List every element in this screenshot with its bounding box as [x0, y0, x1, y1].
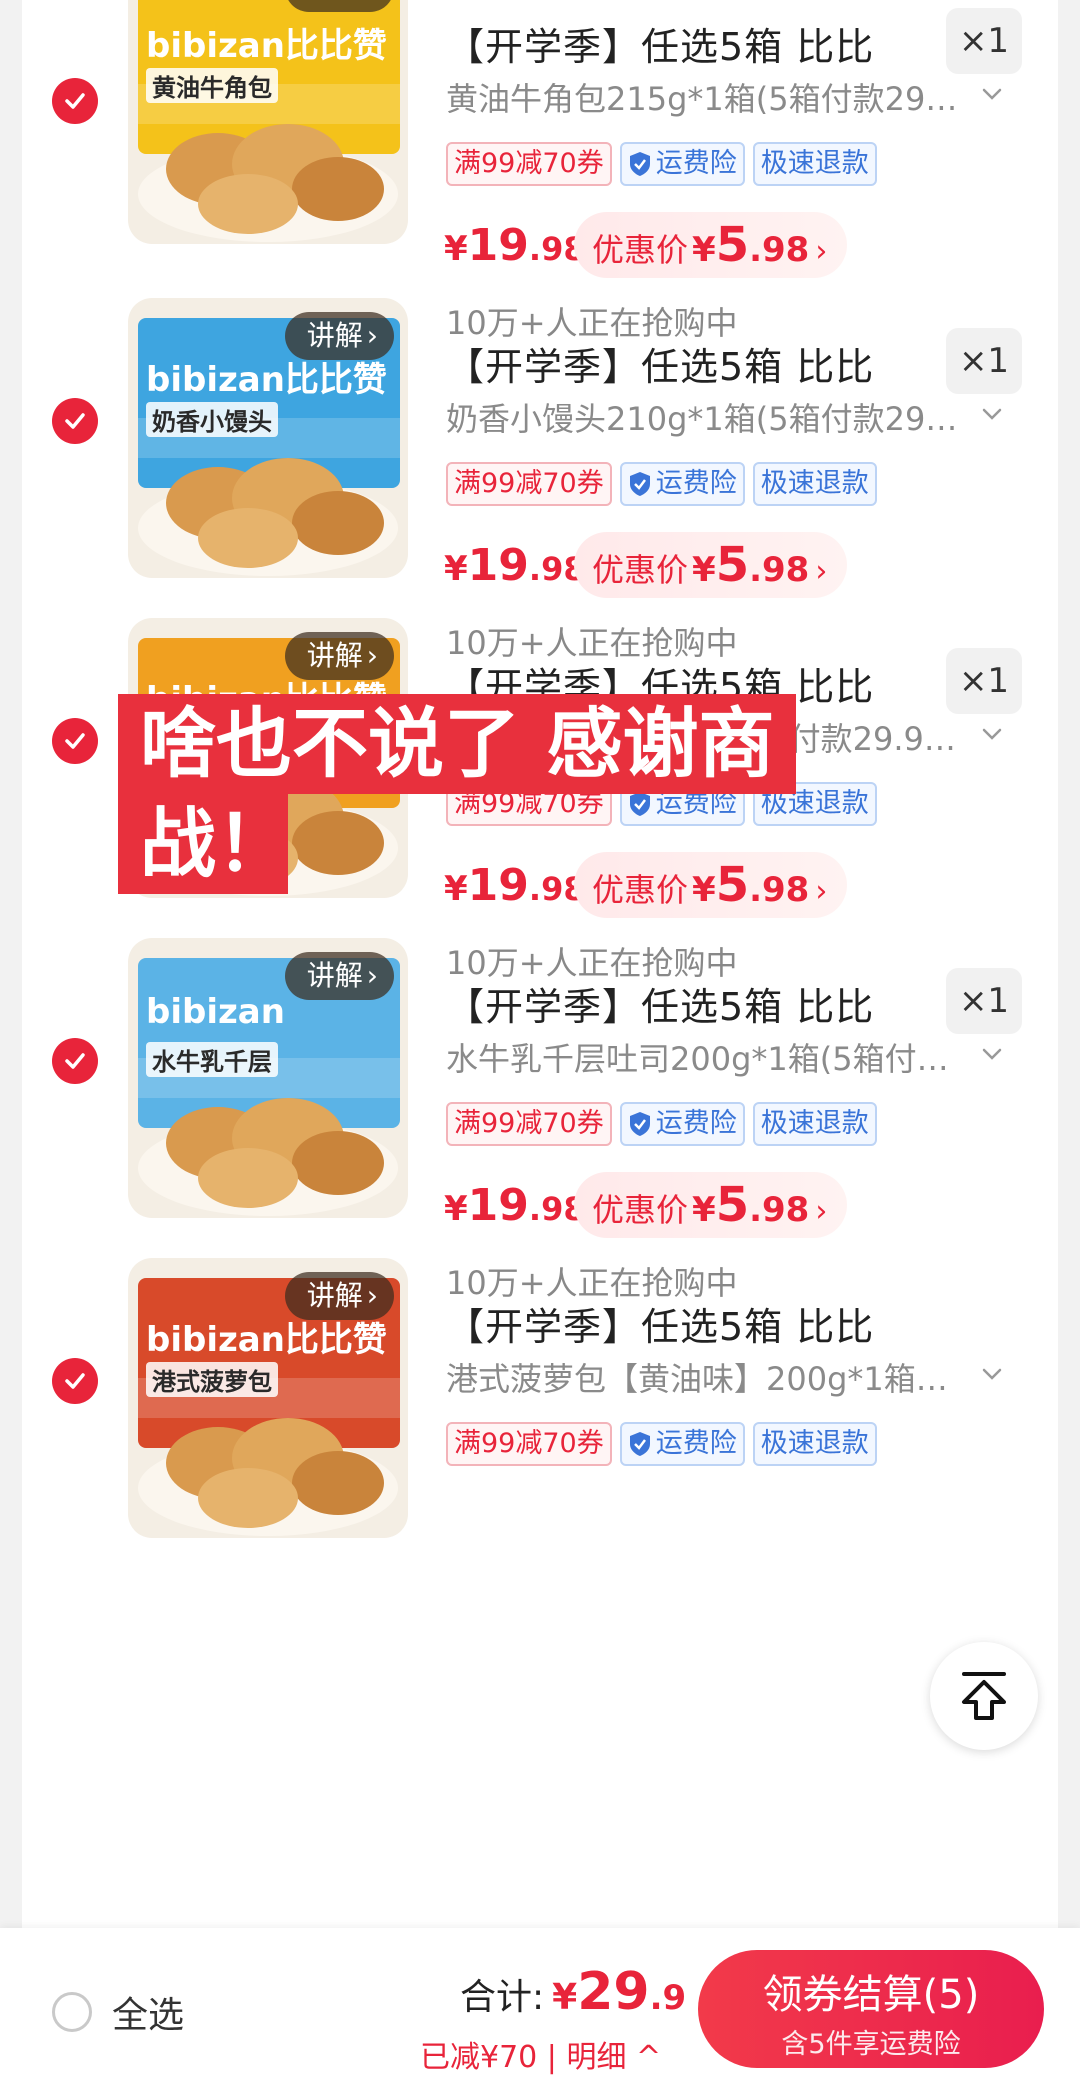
quantity-badge[interactable]: ×1 — [946, 648, 1022, 714]
shipping-insurance-tag: 运费险 — [619, 1102, 745, 1146]
back-to-top-button[interactable] — [930, 1642, 1038, 1750]
product-image-label: 水牛乳千层 — [146, 1042, 278, 1077]
explain-label: 讲解 — [306, 639, 363, 672]
explain-button[interactable]: 讲解› — [284, 632, 394, 680]
shipping-insurance-tag: 运费险 — [619, 1422, 745, 1466]
product-image-label: 奶香小馒头 — [146, 402, 278, 437]
check-circle-icon — [65, 1053, 85, 1069]
select-all-checkbox[interactable] — [52, 1992, 92, 2032]
product-image-label: 港式菠萝包 — [146, 1362, 278, 1397]
product-title[interactable]: 【开学季】任选5箱 比比 — [446, 976, 874, 1031]
shipping-tag-label: 运费险 — [655, 468, 737, 499]
coupon-tag: 满99减70券 — [446, 1422, 612, 1466]
product-image[interactable]: bibizan 水牛乳千层 讲解 › — [128, 938, 408, 1218]
checkout-bar: 全选 合计: ¥ 29 .9 已减¥70 | 明细 ^ 领券结算(5) 含5件享… — [0, 1928, 1080, 2088]
product-spec[interactable]: 奶香小馒头210g*1箱(5箱付款29.… — [446, 394, 966, 440]
item-checkbox[interactable] — [52, 1038, 98, 1084]
total-label: 合计: — [460, 1977, 545, 2018]
shipping-tag-label: 运费险 — [655, 1428, 737, 1459]
chevron-right-icon: › — [366, 959, 378, 992]
shipping-insurance-tag: 运费险 — [619, 462, 745, 506]
service-tags: 满99减70券 运费险 极速退款 — [446, 1422, 877, 1466]
product-spec[interactable]: 水牛乳千层吐司200g*1箱(5箱付… — [446, 1034, 966, 1080]
original-price: ¥19.98 — [444, 1180, 586, 1231]
shield-icon — [629, 792, 650, 816]
quantity-badge[interactable]: ×1 — [946, 968, 1022, 1034]
overlay-caption-line1: 啥也不说了 感谢商 — [118, 694, 797, 794]
service-tags: 满99减70券 运费险 极速退款 — [446, 1102, 877, 1146]
total-dec: .9 — [649, 1978, 687, 2018]
coupon-tag: 满99减70券 — [446, 1102, 612, 1146]
shipping-tag-label: 运费险 — [655, 1108, 737, 1139]
chevron-right-icon: › — [815, 874, 828, 909]
total-int: 29 — [577, 1962, 650, 2022]
explain-label: 讲解 — [306, 1279, 363, 1312]
check-circle-icon — [65, 1373, 85, 1389]
checkout-button[interactable]: 领券结算(5) 含5件享运费险 — [698, 1950, 1044, 2068]
chevron-right-icon: › — [366, 1279, 378, 1312]
product-spec[interactable]: 港式菠萝包【黄油味】200g*1箱… — [446, 1354, 966, 1400]
check-circle-icon — [65, 413, 85, 429]
explain-button[interactable]: 讲解› — [284, 952, 394, 1000]
chevron-down-icon[interactable] — [978, 1360, 1006, 1388]
item-checkbox[interactable] — [52, 398, 98, 444]
overlay-caption-line2: 战！ — [118, 794, 292, 894]
chevron-down-icon[interactable] — [978, 1040, 1006, 1068]
back-to-top-icon — [962, 1672, 1006, 1720]
select-all-label[interactable]: 全选 — [112, 1986, 184, 2038]
promo-price-button[interactable]: 优惠价 ¥5.98 › — [574, 1172, 848, 1238]
shield-icon — [629, 472, 650, 496]
total-price: 合计: ¥ 29 .9 — [460, 1962, 686, 2022]
service-tags: 满99减70券 运费险 极速退款 — [446, 462, 877, 506]
product-image[interactable]: bibizan比比赞 港式菠萝包 讲解 › — [128, 1258, 408, 1538]
fast-refund-tag: 极速退款 — [752, 462, 877, 506]
promo-price-button[interactable]: 优惠价 ¥5.98 › — [574, 532, 848, 598]
coupon-tag: 满99减70券 — [446, 462, 612, 506]
checkout-sublabel: 含5件享运费险 — [781, 2029, 961, 2060]
discount-detail-link[interactable]: 已减¥70 | 明细 ^ — [420, 2032, 661, 2076]
check-circle-icon — [65, 733, 85, 749]
total-yen: ¥ — [552, 1977, 578, 2018]
item-checkbox[interactable] — [52, 718, 98, 764]
checkout-label: 领券结算(5) — [762, 1972, 980, 2018]
original-price: ¥19.98 — [444, 540, 586, 591]
product-title[interactable]: 【开学季】任选5箱 比比 — [446, 1296, 874, 1351]
chevron-right-icon: › — [815, 1194, 828, 1229]
chevron-down-icon[interactable] — [978, 720, 1006, 748]
shield-icon — [629, 1432, 650, 1456]
fast-refund-tag: 极速退款 — [752, 1422, 877, 1466]
item-checkbox[interactable] — [52, 1358, 98, 1404]
shield-icon — [629, 1112, 650, 1136]
promo-price-button[interactable]: 优惠价 ¥5.98 › — [574, 852, 848, 918]
product-image-brand: bibizan — [146, 992, 285, 1032]
explain-label: 讲解 — [306, 959, 363, 992]
chevron-right-icon: › — [815, 554, 828, 589]
cart-item: bibizan比比赞 港式菠萝包 讲解 › 【开学季】任选5箱 比比 港式菠萝包【黄油味】… — [0, 0, 1080, 1538]
chevron-down-icon[interactable] — [978, 400, 1006, 428]
explain-button[interactable]: 讲解› — [284, 1272, 394, 1320]
original-price: ¥19.98 — [444, 860, 586, 911]
fast-refund-tag: 极速退款 — [752, 1102, 877, 1146]
chevron-right-icon: › — [366, 639, 378, 672]
